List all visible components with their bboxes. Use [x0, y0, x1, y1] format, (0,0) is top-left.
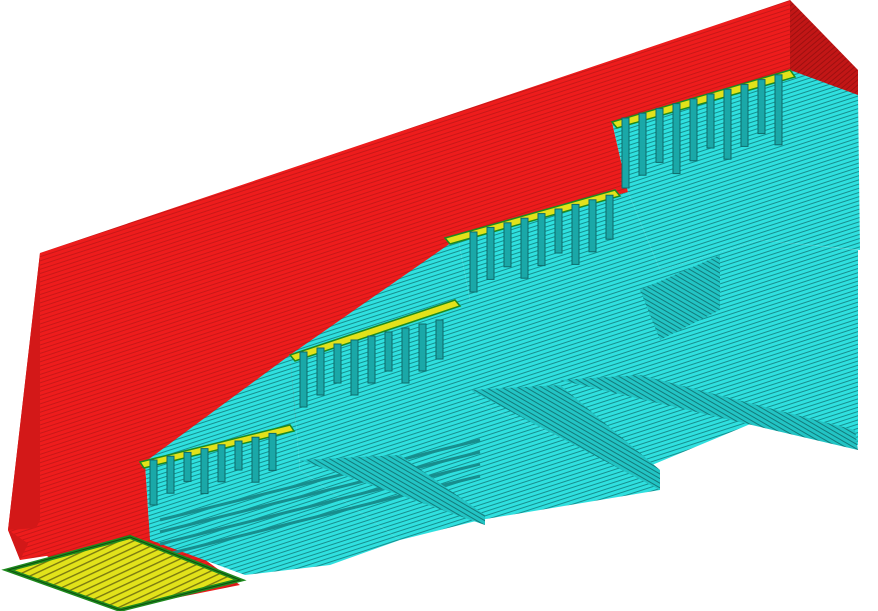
infill-fin [401, 327, 410, 384]
infill-fin [149, 459, 158, 506]
infill-fin [435, 319, 444, 360]
infill-fin [757, 79, 766, 135]
infill-fin [200, 448, 209, 495]
3d-viewport[interactable] [0, 0, 878, 611]
infill-fin [554, 208, 563, 254]
infill-fin [486, 226, 495, 280]
infill-fin [689, 98, 698, 162]
infill-fin [251, 436, 260, 483]
infill-fin [588, 199, 597, 253]
infill-fin [268, 432, 277, 471]
infill-fin [621, 117, 630, 189]
infill-fin [234, 440, 243, 471]
infill-fin [740, 83, 749, 147]
infill-fin [503, 222, 512, 268]
infill-fin [418, 323, 427, 372]
infill-fin [605, 194, 614, 240]
infill-fin [469, 231, 478, 293]
infill-fin [672, 103, 681, 175]
infill-fin [520, 217, 529, 279]
infill-fin [723, 88, 732, 160]
infill-fin [217, 444, 226, 483]
infill-fin [367, 335, 376, 384]
infill-fin [316, 347, 325, 396]
infill-fin [333, 343, 342, 384]
infill-fin [638, 112, 647, 176]
infill-fin [183, 451, 192, 482]
layer-preview-scene [1, 0, 860, 611]
infill-fin [166, 455, 175, 494]
infill-fin [655, 107, 664, 163]
infill-fin [706, 93, 715, 149]
outer-wall-left-edge [8, 253, 40, 560]
infill-fin [384, 331, 393, 372]
infill-fin [350, 339, 359, 396]
infill-fin [299, 351, 308, 408]
infill-fin [537, 213, 546, 267]
infill-fin [571, 203, 580, 265]
infill-fin [774, 74, 783, 146]
